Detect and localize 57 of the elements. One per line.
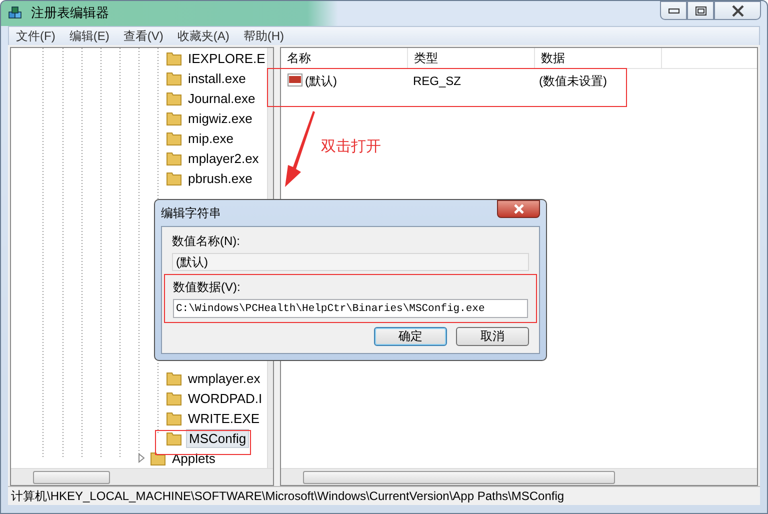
value-name-field[interactable]: (默认) [172, 253, 529, 271]
menu-item[interactable]: 文件(F) [9, 28, 62, 45]
tree-item[interactable]: WRITE.EXE [186, 410, 262, 427]
field-label: 数值数据(V): [173, 279, 242, 296]
tree-item[interactable]: IEXPLORE.E [186, 50, 268, 67]
column-header[interactable]: 数据 [535, 48, 662, 68]
folder-icon [166, 410, 182, 426]
folder-icon [166, 390, 182, 406]
folder-icon [166, 110, 182, 126]
tree-item[interactable]: mip.exe [186, 130, 236, 147]
tree-item[interactable]: WORDPAD.I [186, 390, 264, 407]
folder-icon [166, 70, 182, 86]
menu-item[interactable]: 帮助(H) [236, 28, 291, 45]
folder-icon [166, 370, 182, 386]
tree-item[interactable]: migwiz.exe [186, 110, 254, 127]
folder-icon [166, 150, 182, 166]
minimize-icon [668, 8, 680, 14]
table-cell: (默认) [305, 72, 337, 90]
dialog-button[interactable]: 确定 [374, 327, 447, 346]
tree-item[interactable]: Journal.exe [186, 90, 258, 107]
table-cell-text: (数值未设置) [538, 72, 608, 90]
folder-icon [166, 130, 182, 146]
expand-icon[interactable] [138, 453, 146, 464]
tree-item[interactable]: Applets [170, 450, 218, 467]
tree-item[interactable]: MSConfig [186, 428, 250, 448]
folder-icon [166, 430, 182, 446]
folder-icon [166, 50, 182, 66]
string-value-icon [287, 73, 303, 90]
close-button[interactable] [714, 1, 761, 20]
field-label: 数值名称(N): [172, 233, 241, 250]
tree-item[interactable]: install.exe [186, 70, 248, 87]
value-data-field[interactable]: C:\Windows\PCHealth\HelpCtr\Binaries\MSConfig.exe [173, 299, 528, 318]
menu-item[interactable]: 查看(V) [116, 28, 170, 45]
folder-icon [150, 450, 166, 466]
close-icon [512, 204, 524, 214]
column-header[interactable]: 名称 [281, 48, 408, 68]
status-bar: 计算机\HKEY_LOCAL_MACHINE\SOFTWARE\Microsoft\Windows\CurrentVersion\App Paths\MSConfig [8, 486, 760, 505]
menu-item[interactable]: 收藏夹(A) [170, 28, 236, 45]
table-cell-text: REG_SZ [412, 74, 462, 88]
horizontal-scrollbar[interactable] [11, 468, 273, 486]
dialog-title: 编辑字符串 [161, 204, 221, 222]
annotation-text: 双击打开 [321, 137, 381, 156]
minimize-button[interactable] [660, 1, 687, 20]
tree-item[interactable]: pbrush.exe [186, 170, 254, 187]
window-title: 注册表编辑器 [31, 4, 109, 22]
tree-item[interactable]: mplayer2.ex [186, 150, 261, 167]
folder-icon [166, 170, 182, 186]
tree-item[interactable]: wmplayer.ex [186, 370, 262, 387]
close-button[interactable] [497, 200, 540, 218]
maximize-button[interactable] [687, 1, 714, 20]
column-header[interactable]: 类型 [408, 48, 535, 68]
folder-icon [166, 90, 182, 106]
dialog-button[interactable]: 取消 [456, 327, 529, 346]
restore-icon [694, 6, 706, 16]
menu-item[interactable]: 编辑(E) [62, 28, 116, 45]
horizontal-scrollbar[interactable] [281, 468, 757, 486]
close-icon [730, 4, 744, 16]
